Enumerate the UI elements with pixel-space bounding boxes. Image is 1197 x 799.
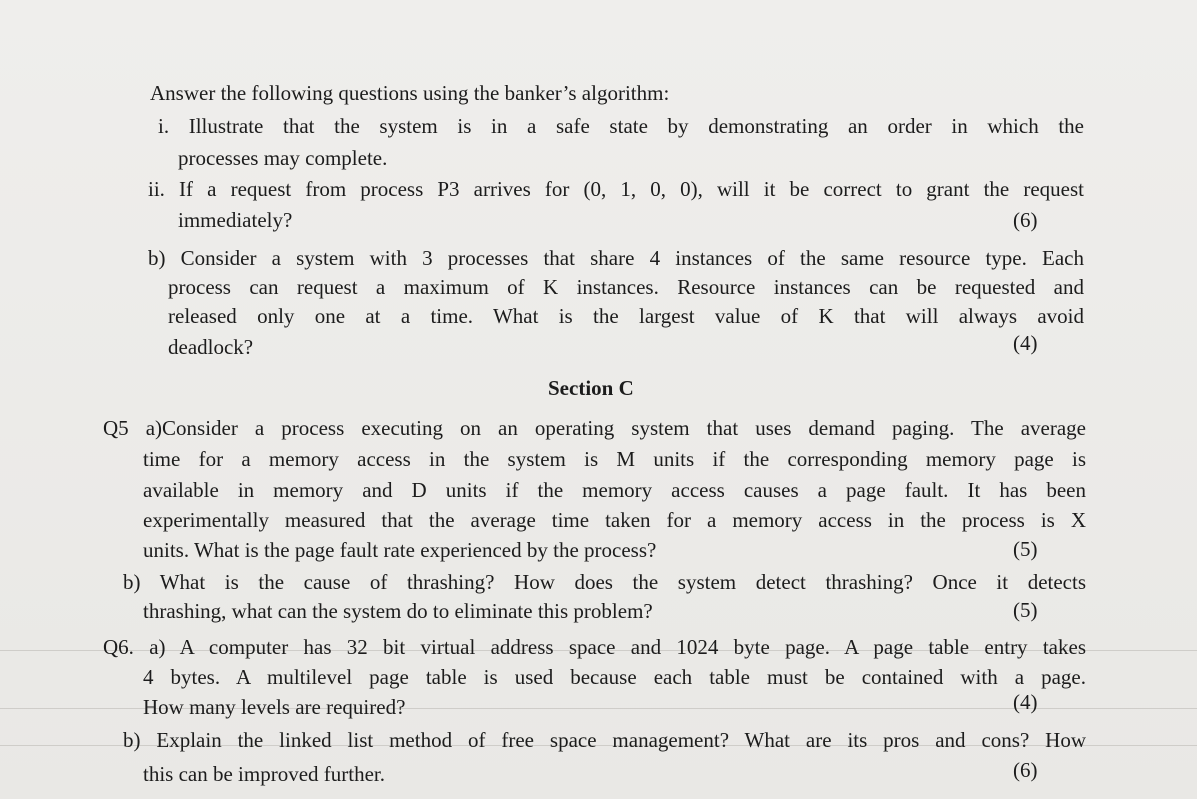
- question-5b-cont: thrashing, what can the system do to eli…: [143, 599, 653, 623]
- question-ii: ii. If a request from process P3 arrives…: [148, 177, 1084, 201]
- question-ii-cont: immediately?: [178, 208, 293, 232]
- question-5a-cont: time for a memory access in the system i…: [143, 447, 1086, 471]
- question-5a-cont: available in memory and D units if the m…: [143, 478, 1086, 502]
- question-b-cont: process can request a maximum of K insta…: [168, 275, 1084, 299]
- intro-text: Answer the following questions using the…: [150, 81, 670, 105]
- question-6a-cont: 4 bytes. A multilevel page table is used…: [143, 665, 1086, 689]
- marks: (4): [1013, 331, 1038, 355]
- question-i: i. Illustrate that the system is in a sa…: [158, 114, 1084, 138]
- marks: (5): [1013, 598, 1038, 622]
- marks: (4): [1013, 690, 1038, 714]
- question-5a-cont: experimentally measured that the average…: [143, 508, 1086, 532]
- question-6b-cont: this can be improved further.: [143, 762, 386, 786]
- question-b: b) Consider a system with 3 processes th…: [148, 246, 1084, 270]
- question-6a-cont: How many levels are required?: [143, 695, 406, 719]
- question-5a: Q5 a)Consider a process executing on an …: [103, 416, 1086, 440]
- marks: (6): [1013, 758, 1038, 782]
- question-b-cont: released only one at a time. What is the…: [168, 304, 1084, 328]
- question-6b: b) Explain the linked list method of fre…: [123, 728, 1086, 752]
- marks: (5): [1013, 537, 1038, 561]
- question-i-cont: processes may complete.: [178, 146, 388, 170]
- question-6a: Q6. a) A computer has 32 bit virtual add…: [103, 635, 1086, 659]
- question-5a-cont: units. What is the page fault rate exper…: [143, 538, 657, 562]
- question-5b: b) What is the cause of thrashing? How d…: [123, 570, 1086, 594]
- exam-page: { "intro": "Answer the following questio…: [0, 0, 1197, 799]
- section-title: Section C: [548, 376, 634, 400]
- question-b-cont: deadlock?: [168, 335, 254, 359]
- marks: (6): [1013, 208, 1038, 232]
